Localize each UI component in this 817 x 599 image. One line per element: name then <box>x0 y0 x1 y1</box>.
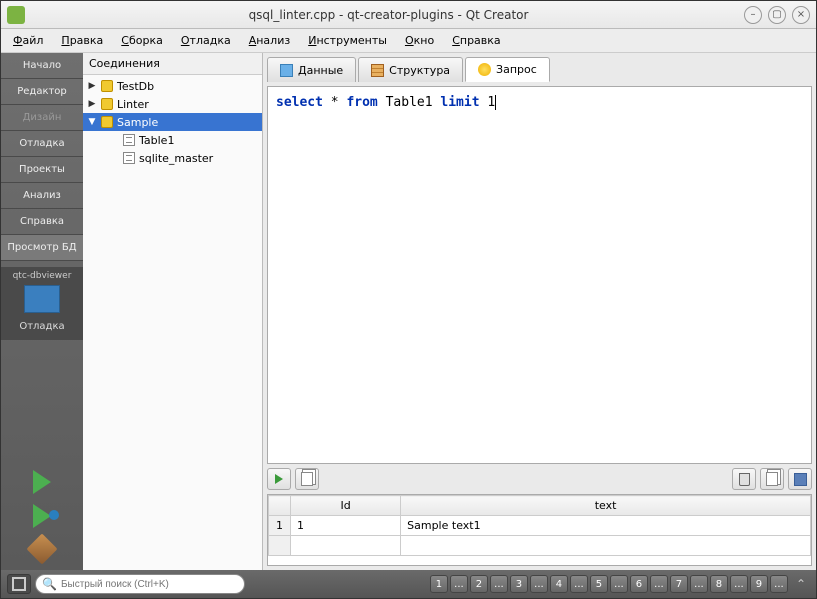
pane-btn-...[interactable]: ... <box>690 575 708 593</box>
menu-инструменты[interactable]: Инструменты <box>300 31 395 50</box>
database-icon <box>101 98 113 110</box>
mode-Редактор[interactable]: Редактор <box>1 79 83 105</box>
connections-header: Соединения <box>83 53 262 75</box>
mode-Анализ[interactable]: Анализ <box>1 183 83 209</box>
menu-отладка[interactable]: Отладка <box>173 31 239 50</box>
menu-окно[interactable]: Окно <box>397 31 442 50</box>
pane-btn-...[interactable]: ... <box>610 575 628 593</box>
pane-btn-1[interactable]: 1 <box>430 575 448 593</box>
tree-item-sqlite_master[interactable]: sqlite_master <box>83 149 262 167</box>
tab-struct[interactable]: Структура <box>358 57 463 82</box>
struct-icon <box>371 64 384 77</box>
mode-Справка[interactable]: Справка <box>1 209 83 235</box>
pane-btn-...[interactable]: ... <box>730 575 748 593</box>
app-window: qsql_linter.cpp - qt-creator-plugins - Q… <box>0 0 817 599</box>
menubar: ФайлПравкаСборкаОтладкаАнализИнструменты… <box>1 29 816 53</box>
tree-item-Sample[interactable]: ▼Sample <box>83 113 262 131</box>
database-icon <box>101 116 113 128</box>
search-icon: 🔍 <box>42 577 57 591</box>
pane-btn-4[interactable]: 4 <box>550 575 568 593</box>
project-label: qtc-dbviewer <box>5 271 79 281</box>
pane-btn-3[interactable]: 3 <box>510 575 528 593</box>
monitor-icon <box>24 285 60 313</box>
delete-button[interactable] <box>732 468 756 490</box>
tree-item-Linter[interactable]: ▶Linter <box>83 95 262 113</box>
main-area: ДанныеСтруктураЗапрос select * from Tabl… <box>263 53 816 570</box>
tree-item-TestDb[interactable]: ▶TestDb <box>83 77 262 95</box>
pane-btn-5[interactable]: 5 <box>590 575 608 593</box>
menu-файл[interactable]: Файл <box>5 31 51 50</box>
database-icon <box>101 80 113 92</box>
mode-Дизайн: Дизайн <box>1 105 83 131</box>
tree-item-Table1[interactable]: Table1 <box>83 131 262 149</box>
table-icon <box>123 134 135 146</box>
titlebar: qsql_linter.cpp - qt-creator-plugins - Q… <box>1 1 816 29</box>
build-button[interactable] <box>26 533 57 564</box>
run-button[interactable] <box>33 470 51 494</box>
save-button[interactable] <box>788 468 812 490</box>
pane-btn-...[interactable]: ... <box>530 575 548 593</box>
collapse-button[interactable]: ⌃ <box>792 577 810 591</box>
pane-btn-9[interactable]: 9 <box>750 575 768 593</box>
quick-search[interactable]: 🔍 <box>35 574 245 594</box>
table-icon <box>123 152 135 164</box>
app-icon <box>7 6 25 24</box>
menu-правка[interactable]: Правка <box>53 31 111 50</box>
result-table: Idtext11Sample text1 <box>268 495 811 556</box>
mode-Проекты[interactable]: Проекты <box>1 157 83 183</box>
pane-btn-8[interactable]: 8 <box>710 575 728 593</box>
pane-btn-...[interactable]: ... <box>490 575 508 593</box>
menu-справка[interactable]: Справка <box>444 31 508 50</box>
pane-btn-2[interactable]: 2 <box>470 575 488 593</box>
col-Id[interactable]: Id <box>291 496 401 516</box>
table-row[interactable]: 11Sample text1 <box>269 516 811 536</box>
mode-list: НачалоРедакторДизайнОтладкаПроектыАнализ… <box>1 53 83 261</box>
task-label: Отладка <box>5 317 79 336</box>
maximize-button[interactable]: ▢ <box>768 6 786 24</box>
tab-query[interactable]: Запрос <box>465 57 550 82</box>
search-input[interactable] <box>61 579 238 590</box>
pane-btn-...[interactable]: ... <box>570 575 588 593</box>
execute-button[interactable] <box>267 468 291 490</box>
statusbar: 🔍 1...2...3...4...5...6...7...8...9... ⌃ <box>1 570 816 598</box>
connections-tree: ▶TestDb▶Linter▼SampleTable1sqlite_master <box>83 75 262 169</box>
sql-editor[interactable]: select * from Table1 limit 1 <box>267 86 812 464</box>
col-text[interactable]: text <box>401 496 811 516</box>
tab-bar: ДанныеСтруктураЗапрос <box>267 57 812 82</box>
pane-btn-...[interactable]: ... <box>650 575 668 593</box>
mode-Просмотр БД[interactable]: Просмотр БД <box>1 235 83 261</box>
copy-button[interactable] <box>295 468 319 490</box>
pane-btn-...[interactable]: ... <box>450 575 468 593</box>
row-header <box>269 496 291 516</box>
connections-panel: Соединения ▶TestDb▶Linter▼SampleTable1sq… <box>83 53 263 570</box>
data-icon <box>280 64 293 77</box>
debug-run-button[interactable] <box>33 504 51 528</box>
tab-data[interactable]: Данные <box>267 57 356 82</box>
copy2-button[interactable] <box>760 468 784 490</box>
sidebar-toggle[interactable] <box>7 574 31 594</box>
mode-Отладка[interactable]: Отладка <box>1 131 83 157</box>
pane-btn-7[interactable]: 7 <box>670 575 688 593</box>
pane-btn-...[interactable]: ... <box>770 575 788 593</box>
minimize-button[interactable]: – <box>744 6 762 24</box>
mode-sidebar: НачалоРедакторДизайнОтладкаПроектыАнализ… <box>1 53 83 570</box>
query-icon <box>478 63 491 76</box>
close-button[interactable]: × <box>792 6 810 24</box>
menu-сборка[interactable]: Сборка <box>113 31 171 50</box>
pane-btn-6[interactable]: 6 <box>630 575 648 593</box>
output-pane-buttons: 1...2...3...4...5...6...7...8...9... <box>430 575 788 593</box>
project-selector[interactable]: qtc-dbviewer Отладка <box>1 267 83 340</box>
menu-анализ[interactable]: Анализ <box>241 31 299 50</box>
mode-Начало[interactable]: Начало <box>1 53 83 79</box>
result-grid[interactable]: Idtext11Sample text1 <box>267 494 812 566</box>
query-toolbar <box>267 464 812 494</box>
window-title: qsql_linter.cpp - qt-creator-plugins - Q… <box>33 8 744 22</box>
